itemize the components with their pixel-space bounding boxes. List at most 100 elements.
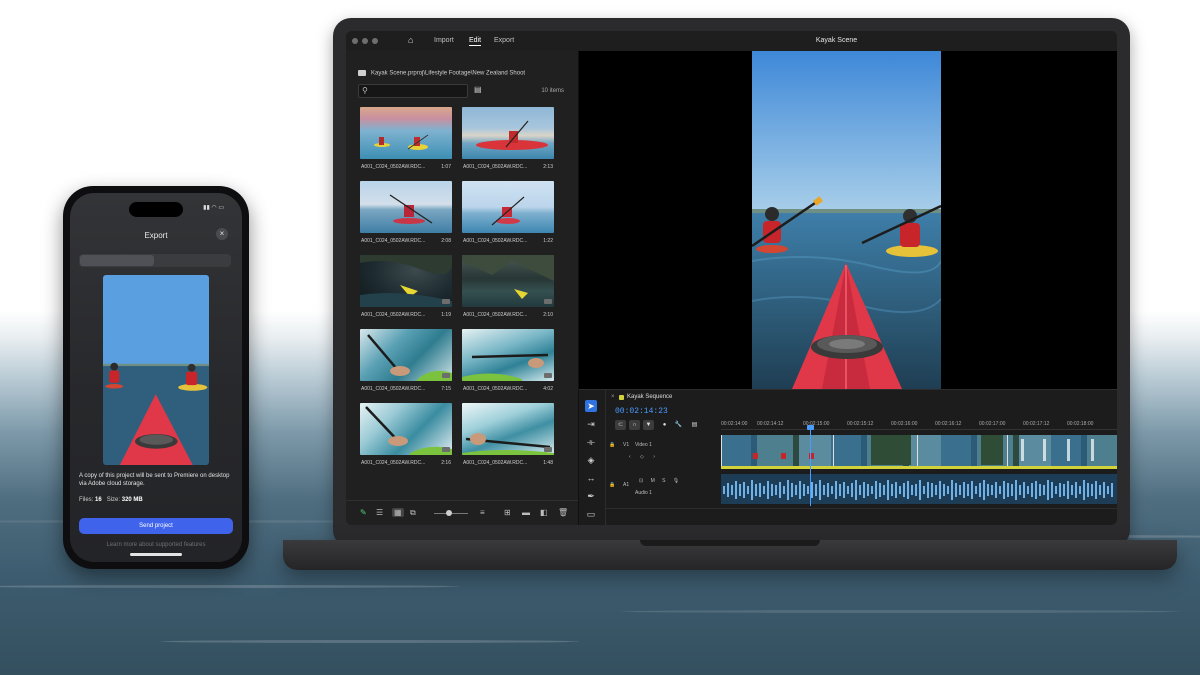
learn-more-link[interactable]: Learn more about supported features (70, 542, 242, 548)
new-item-icon[interactable]: ◧ (540, 508, 548, 517)
window-minimize-button[interactable] (362, 38, 368, 44)
track-name: Audio 1 (635, 490, 652, 496)
clip-card[interactable]: A001_C024_0502AW.RDC... 2:13 (462, 107, 554, 173)
zoom-slider-handle[interactable] (446, 510, 452, 516)
export-info-text: A copy of this project will be sent to P… (79, 473, 230, 487)
video-track[interactable] (721, 435, 1117, 469)
nav-edit[interactable]: Edit (469, 37, 482, 46)
sequence-tab[interactable]: Kayak Sequence (627, 394, 672, 400)
clip-card[interactable]: A001_C024_0502AW.RDC... 2:16 (360, 403, 452, 469)
ruler-tick: 00:02:18:00 (1067, 421, 1094, 427)
paddle-graphic (462, 353, 549, 381)
clip-name: A001_C024_0502AW.RDC... (361, 386, 426, 392)
ruler-tick: 00:02:16:12 (935, 421, 962, 427)
video-track-header[interactable]: 🔒 V1 Video 1 ‹ ◇ › (609, 438, 717, 468)
wrench-icon[interactable]: 🔧 (673, 420, 684, 430)
bin-icon[interactable]: ⊞ (504, 508, 511, 517)
freeform-view-icon[interactable]: ⧉ (410, 508, 416, 518)
phone: ▮▮ ◠ ▭ Export × A copy of this project w… (63, 186, 249, 569)
search-input[interactable]: ⚲ (358, 84, 468, 98)
send-project-button[interactable]: Send project (79, 518, 233, 534)
add-marker-button[interactable]: ▼ (643, 420, 654, 430)
breadcrumb-path: Kayak Scene.prproj\Lifestyle Footage\New… (371, 70, 526, 77)
clip-type-badge (442, 373, 450, 378)
selection-tool-icon[interactable]: ➤ (585, 400, 597, 412)
clip-duration: 1:19 (441, 312, 451, 318)
clip-thumbnail (360, 181, 452, 233)
clip-card[interactable]: A001_C024_0502AW.RDC... 2:10 (462, 255, 554, 321)
lock-icon[interactable]: 🔒 (609, 482, 615, 488)
clip-thumbnail (360, 255, 452, 307)
filter-icon[interactable]: ▤ (474, 85, 483, 94)
window-zoom-button[interactable] (372, 38, 378, 44)
playhead[interactable] (810, 428, 811, 506)
list-view-icon[interactable]: ☰ (376, 508, 383, 517)
size-value: 320 MB (121, 497, 143, 503)
clip-duration: 2:08 (441, 238, 451, 244)
close-icon[interactable]: × (216, 228, 228, 240)
ruler-tick: 00:02:15:12 (847, 421, 874, 427)
clip-card[interactable]: A001_C024_0502AW.RDC... 1:48 (462, 403, 554, 469)
clip-card[interactable]: A001_C024_0502AW.RDC... 1:07 (360, 107, 452, 173)
timeline-panel: ➤ ⇥ ⟛ ◈ ↔ ✒ ▭ × Kayak Sequence 00:02:14:… (579, 389, 1117, 525)
nav-import[interactable]: Import (434, 37, 454, 44)
audio-track[interactable] (721, 474, 1117, 504)
ruler-tick: 00:02:17:12 (1023, 421, 1050, 427)
export-mode-selected[interactable] (80, 255, 154, 266)
clip-thumbnail (462, 255, 554, 307)
breadcrumb[interactable]: Kayak Scene.prproj\Lifestyle Footage\New… (358, 70, 525, 77)
video-clip[interactable] (721, 435, 1117, 469)
laptop-hinge (640, 540, 820, 546)
audio-track-header[interactable]: 🔒 A1 ⊡ M S 🎙 Audio 1 (609, 476, 717, 504)
dynamic-island (129, 202, 183, 217)
premiere-window: ⌂ Import Edit Export Kayak Scene Kayak S… (346, 31, 1117, 525)
export-mode-toggle[interactable] (79, 254, 231, 267)
export-meta: Files: 16 Size: 320 MB (79, 497, 143, 503)
clip-name: A001_C024_0502AW.RDC... (361, 460, 426, 466)
new-folder-icon[interactable]: ▬ (522, 508, 530, 517)
clip-card[interactable]: A001_C024_0502AW.RDC... 7:15 (360, 329, 452, 395)
clip-thumbnail (360, 329, 452, 381)
clip-card[interactable]: A001_C024_0502AW.RDC... 1:22 (462, 181, 554, 247)
ruler-tick: 00:02:14:12 (757, 421, 784, 427)
clip-type-badge (544, 447, 552, 452)
kayaker-graphic (491, 196, 525, 226)
ripple-edit-tool-icon[interactable]: ⟛ (585, 436, 597, 448)
captions-icon[interactable]: ▤ (689, 420, 700, 430)
pencil-icon[interactable]: ✎ (360, 508, 367, 517)
window-title: Kayak Scene (815, 37, 858, 44)
slip-tool-icon[interactable]: ↔ (585, 472, 597, 484)
razor-tool-icon[interactable]: ◈ (585, 454, 597, 466)
title-bar: ⌂ Import Edit Export Kayak Scene (346, 31, 1117, 51)
linked-selection-button[interactable]: ∩ (629, 420, 640, 430)
mute-solo-icons[interactable]: ⊡ M S 🎙 (639, 478, 682, 484)
time-ruler[interactable]: 00:02:14:00 00:02:14:12 00:02:15:00 00:0… (721, 419, 1117, 430)
clip-name: A001_C024_0502AW.RDC... (361, 238, 426, 244)
home-icon[interactable]: ⌂ (408, 36, 417, 45)
lock-icon[interactable]: 🔒 (609, 442, 615, 448)
type-tool-icon[interactable]: ▭ (585, 508, 597, 520)
media-toolbar: ✎ ☰ ▦ ⧉ ≡ ⊞ ▬ ◧ 🗑 (346, 500, 578, 525)
clip-card[interactable]: A001_C024_0502AW.RDC... 4:02 (462, 329, 554, 395)
trash-icon[interactable]: 🗑 (558, 508, 568, 517)
track-select-tool-icon[interactable]: ⇥ (585, 418, 597, 430)
ruler-tick: 00:02:17:00 (979, 421, 1006, 427)
window-close-button[interactable] (352, 38, 358, 44)
signal-wifi-battery-icon: ▮▮ ◠ ▭ (203, 205, 224, 211)
marker-dot-icon[interactable]: ● (659, 420, 670, 430)
track-nav-icons[interactable]: ‹ ◇ › (629, 454, 659, 460)
sort-icon[interactable]: ≡ (480, 508, 485, 517)
nav-export[interactable]: Export (494, 37, 514, 44)
close-sequence-icon[interactable]: × (611, 394, 615, 400)
clip-card[interactable]: A001_C024_0502AW.RDC... 2:08 (360, 181, 452, 247)
clip-name: A001_C024_0502AW.RDC... (463, 386, 528, 392)
snap-button[interactable]: ⊂ (615, 420, 626, 430)
paddle-graphic (462, 433, 554, 455)
clip-card[interactable]: A001_C024_0502AW.RDC... 1:19 (360, 255, 452, 321)
clip-name: A001_C024_0502AW.RDC... (463, 238, 528, 244)
timecode-display[interactable]: 00:02:14:23 (615, 407, 668, 416)
pen-tool-icon[interactable]: ✒ (585, 490, 597, 502)
grid-view-icon[interactable]: ▦ (392, 508, 404, 517)
phone-screen: ▮▮ ◠ ▭ Export × A copy of this project w… (70, 193, 242, 562)
kayaker-graphic (476, 120, 548, 150)
